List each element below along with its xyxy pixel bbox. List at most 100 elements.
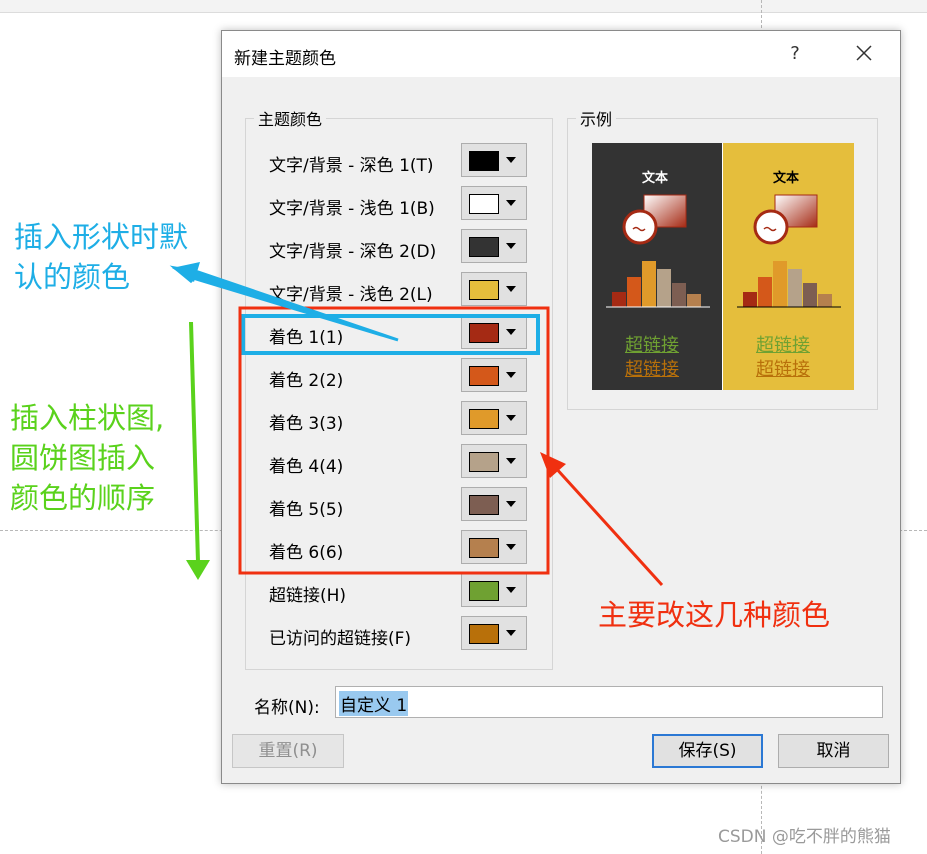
color-swatch — [469, 581, 499, 601]
color-row: 文字/背景 - 深色 2(D) — [267, 229, 537, 265]
color-picker-button[interactable] — [461, 401, 527, 435]
color-swatch — [469, 280, 499, 300]
color-picker-button[interactable] — [461, 315, 527, 349]
color-swatch — [469, 495, 499, 515]
sample-bar-dark-4 — [657, 269, 671, 307]
dialog-title: 新建主题颜色 — [234, 49, 336, 69]
color-row-label: 文字/背景 - 深色 2(D) — [269, 242, 437, 262]
color-row: 文字/背景 - 浅色 1(B) — [267, 186, 537, 222]
color-picker-button[interactable] — [461, 616, 527, 650]
sample-visited-link-dark: 超链接 — [625, 359, 679, 380]
dropdown-arrow-icon — [506, 501, 516, 507]
dropdown-arrow-icon — [506, 243, 516, 249]
color-picker-button[interactable] — [461, 358, 527, 392]
sample-circle-shape-light — [753, 209, 789, 245]
sample-link-light: 超链接 — [756, 335, 810, 356]
dialog-titlebar: 新建主题颜色 ? — [222, 31, 900, 77]
color-picker-button[interactable] — [461, 229, 527, 263]
color-row-label: 超链接(H) — [269, 586, 347, 606]
sample-bar-light-4 — [788, 269, 802, 307]
name-input-value: 自定义 1 — [339, 691, 409, 716]
color-swatch — [469, 194, 499, 214]
sample-bar-light-3 — [773, 261, 787, 307]
color-row-label: 着色 5(5) — [269, 500, 344, 520]
close-button[interactable] — [847, 37, 881, 69]
color-row-label: 着色 2(2) — [269, 371, 344, 391]
name-input[interactable]: 自定义 1 — [335, 686, 883, 718]
color-swatch — [469, 538, 499, 558]
color-picker-button[interactable] — [461, 487, 527, 521]
sample-legend: 示例 — [580, 110, 613, 129]
sample-link-dark: 超链接 — [625, 335, 679, 356]
color-row-label: 着色 4(4) — [269, 457, 344, 477]
color-row: 着色 4(4) — [267, 444, 537, 480]
color-picker-button[interactable] — [461, 143, 527, 177]
color-row-label: 文字/背景 - 浅色 1(B) — [269, 199, 435, 219]
color-row-label: 着色 3(3) — [269, 414, 344, 434]
green-arrow-line — [189, 321, 200, 563]
annotation-red-text: 主要改这几种颜色 — [598, 598, 831, 632]
color-swatch — [469, 452, 499, 472]
color-swatch — [469, 366, 499, 386]
close-icon — [856, 45, 872, 61]
annotation-green-line3: 颜色的顺序 — [10, 481, 156, 515]
sample-bar-dark-5 — [672, 283, 686, 307]
color-row: 文字/背景 - 浅色 2(L) — [267, 272, 537, 308]
dropdown-arrow-icon — [506, 329, 516, 335]
theme-colors-legend: 主题颜色 — [258, 110, 323, 129]
color-row-label: 文字/背景 - 深色 1(T) — [269, 156, 434, 176]
color-swatch — [469, 624, 499, 644]
color-row: 着色 3(3) — [267, 401, 537, 437]
annotation-green-line1: 插入柱状图, — [10, 401, 165, 435]
save-button[interactable]: 保存(S) — [652, 734, 763, 768]
dropdown-arrow-icon — [506, 286, 516, 292]
sample-visited-link-light: 超链接 — [756, 359, 810, 380]
color-swatch — [469, 237, 499, 257]
dropdown-arrow-icon — [506, 415, 516, 421]
green-arrowhead — [186, 560, 210, 580]
watermark: CSDN @吃不胖的熊猫 — [718, 827, 891, 847]
name-label: 名称(N): — [254, 698, 320, 718]
color-swatch — [469, 323, 499, 343]
color-row-label: 已访问的超链接(F) — [269, 629, 412, 649]
sample-bar-dark-1 — [612, 292, 626, 307]
annotation-blue-line1: 插入形状时默 — [14, 220, 189, 254]
sample-bar-dark-2 — [627, 277, 641, 307]
dropdown-arrow-icon — [506, 372, 516, 378]
sample-bar-light-2 — [758, 277, 772, 307]
color-row-label: 着色 6(6) — [269, 543, 344, 563]
color-row: 着色 5(5) — [267, 487, 537, 523]
color-picker-button[interactable] — [461, 573, 527, 607]
color-row: 着色 6(6) — [267, 530, 537, 566]
sample-circle-shape-dark — [622, 209, 658, 245]
color-swatch — [469, 409, 499, 429]
annotation-blue-line2: 认的颜色 — [14, 260, 131, 294]
color-picker-button[interactable] — [461, 186, 527, 220]
sample-bar-light-5 — [803, 283, 817, 307]
sample-bar-light-6 — [818, 294, 832, 307]
dropdown-arrow-icon — [506, 587, 516, 593]
sample-preview: 文本 文本 超链接 超链接 超链接 超链接 — [592, 143, 854, 390]
sample-bar-light-1 — [743, 292, 757, 307]
reset-button[interactable]: 重置(R) — [232, 734, 344, 768]
sample-bar-dark-3 — [642, 261, 656, 307]
annotation-green-line2: 圆饼图插入 — [10, 441, 156, 475]
dropdown-arrow-icon — [506, 630, 516, 636]
color-row: 已访问的超链接(F) — [267, 616, 537, 652]
help-button[interactable]: ? — [780, 41, 810, 67]
color-row: 超链接(H) — [267, 573, 537, 609]
annotation-green-text: 插入柱状图, 圆饼图插入 颜色的顺序 — [10, 398, 164, 518]
color-row-label: 文字/背景 - 浅色 2(L) — [269, 285, 433, 305]
annotation-blue-text: 插入形状时默 认的颜色 — [14, 217, 188, 297]
dropdown-arrow-icon — [506, 157, 516, 163]
color-picker-button[interactable] — [461, 530, 527, 564]
color-picker-button[interactable] — [461, 444, 527, 478]
dropdown-arrow-icon — [506, 458, 516, 464]
cancel-button[interactable]: 取消 — [778, 734, 889, 768]
color-swatch — [469, 151, 499, 171]
new-theme-colors-dialog: 新建主题颜色 ? 主题颜色 示例 文字/背景 - 深色 1(T) 文字/背景 - … — [221, 30, 901, 784]
top-strip — [0, 0, 927, 13]
color-picker-button[interactable] — [461, 272, 527, 306]
color-row: 着色 1(1) — [267, 315, 537, 351]
dropdown-arrow-icon — [506, 200, 516, 206]
